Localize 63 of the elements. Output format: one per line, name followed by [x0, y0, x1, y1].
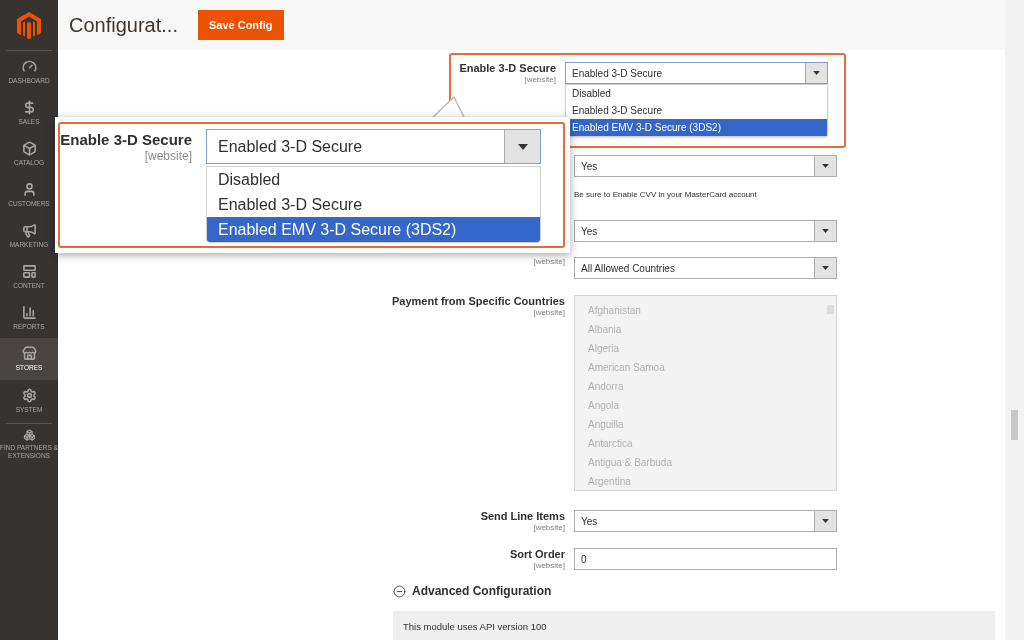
country-option: Anguilla: [588, 415, 836, 434]
logo-icon: [17, 12, 41, 40]
megaphone-icon: [21, 222, 37, 238]
callout-option[interactable]: Enabled 3-D Secure: [207, 192, 540, 217]
callout-select[interactable]: Enabled 3-D Secure: [206, 129, 541, 164]
text-field[interactable]: 0: [574, 548, 837, 570]
caret-icon: [822, 519, 829, 523]
callout-scope: [website]: [144, 149, 192, 163]
field-value: 0: [580, 552, 587, 567]
country-option: Algeria: [588, 339, 836, 358]
country-option: Andorra: [588, 377, 836, 396]
callout-option[interactable]: Disabled: [207, 167, 540, 192]
country-option: Afghanistan: [588, 301, 836, 320]
select-field[interactable]: Enabled 3-D Secure: [565, 62, 828, 84]
scope-label: [website]: [533, 523, 565, 533]
country-option: American Samoa: [588, 358, 836, 377]
field-label: Send Line Items: [480, 510, 565, 523]
callout-label: Enable 3-D Secure: [60, 131, 192, 149]
field-label: Enable 3-D Secure: [459, 62, 556, 75]
country-option: Angola: [588, 396, 836, 415]
caret-icon: [822, 266, 829, 270]
callout-option[interactable]: Enabled EMV 3-D Secure (3DS2): [207, 217, 540, 242]
caret-icon: [813, 71, 820, 75]
field-label: Payment from Specific Countries: [392, 295, 565, 308]
scope-label: [website]: [533, 561, 565, 571]
person-icon: [21, 181, 37, 197]
boxes-icon: [21, 429, 37, 441]
select-field[interactable]: Yes: [574, 155, 837, 177]
caret-icon: [822, 229, 829, 233]
dropdown-option[interactable]: Disabled: [566, 85, 827, 102]
dropdown-option[interactable]: Enabled 3-D Secure: [566, 102, 827, 119]
section-title[interactable]: Advanced Configuration: [412, 582, 552, 600]
gauge-icon: [21, 58, 37, 74]
scope-label: [website]: [533, 257, 565, 267]
select-field[interactable]: Yes: [574, 510, 837, 532]
country-option: Albania: [588, 320, 836, 339]
callout-select-value: Enabled 3-D Secure: [217, 136, 364, 157]
caret-icon: [517, 143, 528, 150]
scope-label: [website]: [533, 308, 565, 318]
scope-label: [website]: [524, 75, 556, 85]
country-option: Antigua & Barbuda: [588, 453, 836, 472]
info-message: This module uses API version 100: [403, 619, 547, 634]
country-option: Antarctica: [588, 434, 836, 453]
select-field[interactable]: All Allowed Countries: [574, 257, 837, 279]
layout-icon: [21, 263, 37, 279]
store-icon: [21, 346, 37, 361]
collapse-icon[interactable]: [393, 584, 406, 598]
save-config-button[interactable]: Save Config: [197, 10, 284, 40]
bar-chart-icon: [21, 304, 37, 320]
select-value: Enabled 3-D Secure: [571, 66, 664, 81]
select-value: Yes: [580, 514, 599, 529]
field-label: Sort Order: [510, 548, 565, 561]
page-scrollbar[interactable]: [1005, 0, 1024, 640]
gear-icon: [21, 387, 37, 403]
field-note: Be sure to Enable CVV in your MasterCard account: [574, 190, 757, 199]
select-field[interactable]: Yes: [574, 220, 837, 242]
country-option: Argentina: [588, 472, 836, 491]
box-icon: [21, 140, 37, 156]
select-value: Yes: [580, 224, 599, 239]
select-value: Yes: [580, 159, 599, 174]
select-value: All Allowed Countries: [580, 261, 676, 276]
page-title: Configurat...: [69, 13, 178, 38]
caret-icon: [822, 164, 829, 168]
